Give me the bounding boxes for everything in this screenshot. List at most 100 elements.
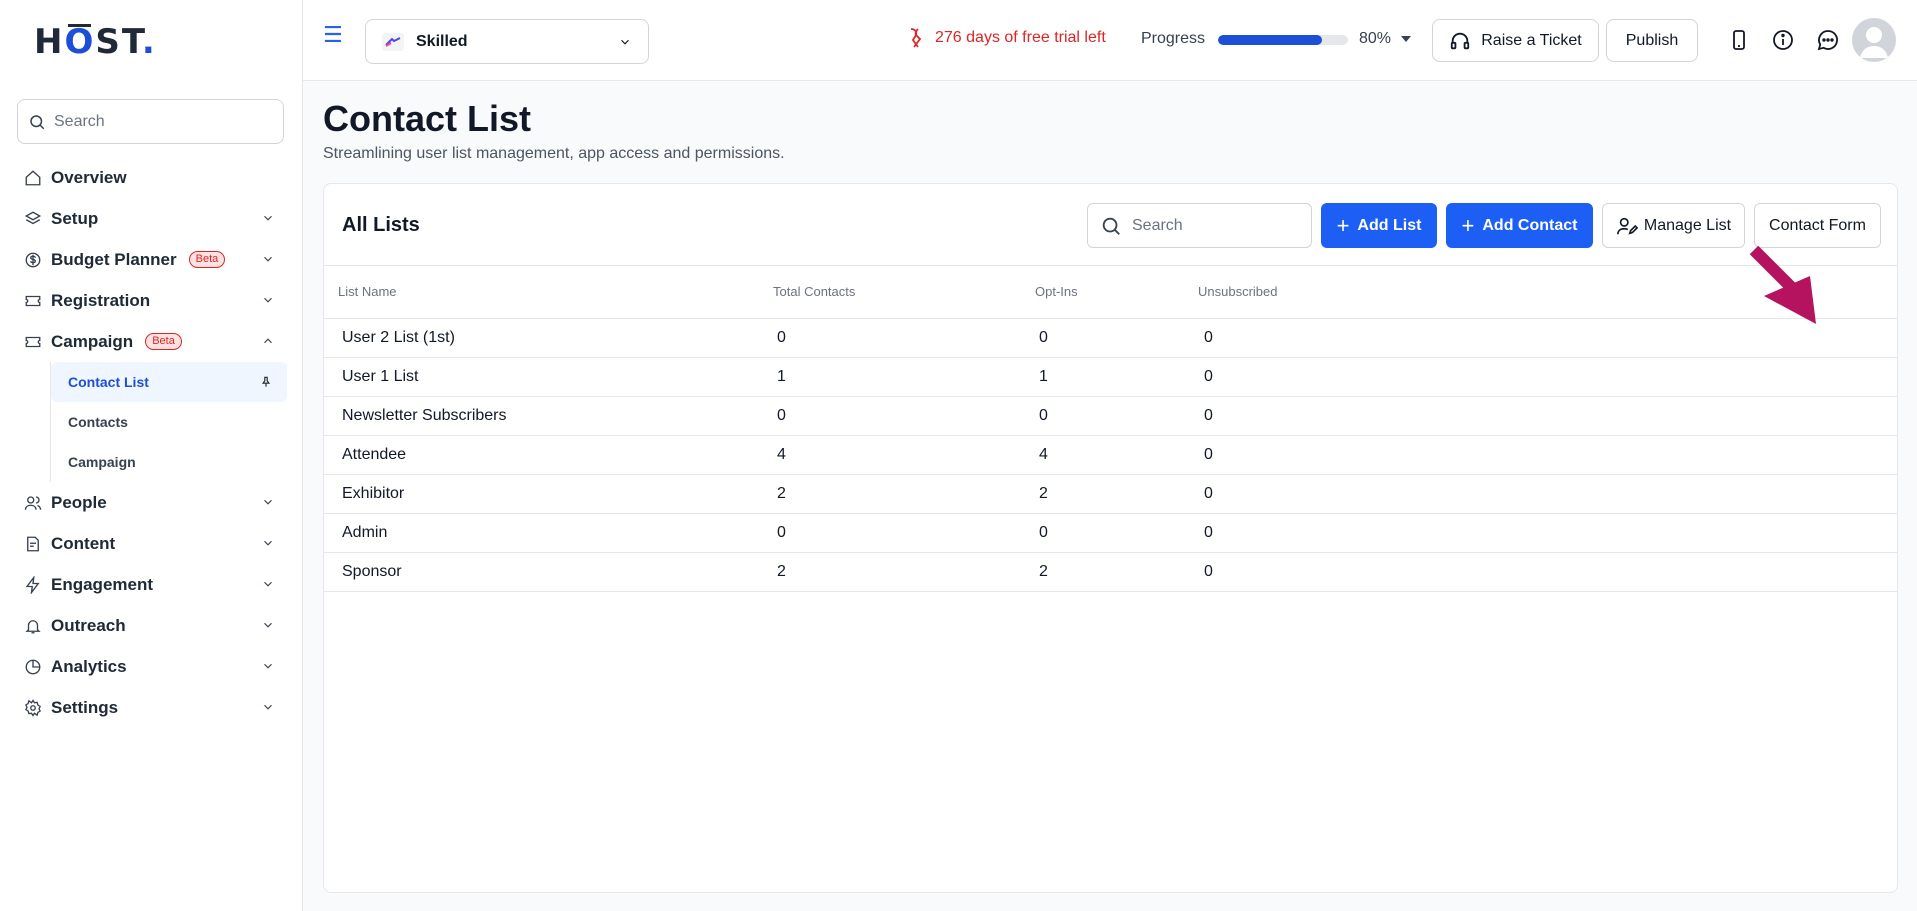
pie-chart-icon [24,658,42,676]
add-list-button[interactable]: + Add List [1321,203,1437,248]
chevron-down-icon [264,622,272,628]
table-row[interactable]: User 2 List (1st) 0 0 0 [324,318,1897,358]
contact-form-button[interactable]: Contact Form [1754,203,1881,248]
publish-label: Publish [1625,31,1679,49]
opt-ins-cell: 2 [1035,552,1198,592]
users-icon [24,494,42,512]
list-name-cell: Exhibitor [324,474,773,514]
sidebar-nav: Overview Setup Budget Planner Beta Regis… [0,157,303,728]
total-contacts-cell: 2 [773,474,1035,514]
chat-icon[interactable] [1816,28,1840,52]
actions-cell [1698,357,1897,397]
sidebar-item-label: Settings [51,697,119,717]
sidebar-item-engagement[interactable]: Engagement [0,564,303,605]
table-row[interactable]: Exhibitor 2 2 0 [324,474,1897,514]
search-icon [1102,217,1120,235]
submenu-item-contacts[interactable]: Contacts [51,402,287,442]
chevron-down-icon [621,39,629,45]
progress-label: Progress [1141,30,1206,47]
sidebar-item-analytics[interactable]: Analytics [0,646,303,687]
actions-cell [1698,396,1897,436]
sidebar-item-content[interactable]: Content [0,523,303,564]
column-header-list-name: List Name [324,266,773,319]
table-row[interactable]: Newsletter Subscribers 0 0 0 [324,396,1897,436]
progress-dropdown-caret-icon[interactable] [1401,36,1411,42]
unsubscribed-cell: 0 [1198,552,1698,592]
campaign-submenu: Contact List Contacts Campaign [50,362,287,482]
chevron-down-icon [264,256,272,262]
submenu-item-contact-list[interactable]: Contact List [51,362,287,402]
sidebar-item-settings[interactable]: Settings [0,687,303,728]
ticket-icon [24,333,42,351]
list-name-cell: User 2 List (1st) [324,318,773,358]
card-title: All Lists [342,214,420,236]
host-logo[interactable]: HOST. [34,22,157,62]
user-edit-icon [1616,217,1638,235]
sidebar: HOST. Overview Setup Budget Planner Beta… [0,0,303,911]
contact-lists-table: List Name Total Contacts Opt-Ins Unsubsc… [324,266,1897,592]
layers-icon [24,210,42,228]
sidebar-item-label: Registration [51,290,151,310]
unsubscribed-cell: 0 [1198,435,1698,475]
total-contacts-cell: 1 [773,357,1035,397]
sidebar-item-label: Outreach [51,615,126,635]
sidebar-search [17,99,284,144]
table-row[interactable]: Attendee 4 4 0 [324,435,1897,475]
trial-notice[interactable]: 276 days of free trial left [903,26,1106,50]
actions-cell [1698,513,1897,553]
publish-button[interactable]: Publish [1606,19,1698,62]
user-avatar[interactable] [1852,18,1896,62]
chevron-down-icon [264,540,272,546]
unsubscribed-cell: 0 [1198,396,1698,436]
user-avatar-icon [1860,27,1888,58]
bell-icon [24,617,42,635]
sidebar-item-people[interactable]: People [0,482,303,523]
total-contacts-cell: 0 [773,318,1035,358]
add-contact-button[interactable]: + Add Contact [1446,203,1593,248]
event-name: Skilled [416,32,468,50]
contact-lists-card: All Lists + Add List + Add Contact Manage … [323,183,1898,893]
dollar-icon [24,251,42,269]
trial-text: 276 days of free trial left [935,29,1106,46]
list-name-cell: Sponsor [324,552,773,592]
search-icon [30,114,45,129]
ticket-icon [24,292,42,310]
raise-ticket-button[interactable]: Raise a Ticket [1432,19,1599,62]
sidebar-item-overview[interactable]: Overview [0,157,303,198]
opt-ins-cell: 0 [1035,396,1198,436]
plus-icon: + [1336,212,1350,238]
table-row[interactable]: User 1 List 1 1 0 [324,357,1897,397]
sidebar-item-setup[interactable]: Setup [0,198,303,239]
event-selector[interactable]: Skilled [365,19,649,64]
sidebar-item-registration[interactable]: Registration [0,280,303,321]
sidebar-item-campaign[interactable]: Campaign Beta [0,321,303,362]
opt-ins-cell: 0 [1035,513,1198,553]
chevron-down-icon [264,704,272,710]
pin-icon[interactable] [259,375,273,389]
manage-list-button[interactable]: Manage List [1602,203,1745,248]
submenu-label: Contact List [68,374,149,390]
sidebar-item-outreach[interactable]: Outreach [0,605,303,646]
headset-icon [1451,32,1470,49]
mobile-icon[interactable] [1727,28,1751,52]
sidebar-item-label: Budget Planner [51,249,177,269]
list-search-input[interactable] [1132,216,1302,235]
table-header-row: List Name Total Contacts Opt-Ins Unsubsc… [324,266,1897,319]
info-icon[interactable] [1771,28,1795,52]
beta-badge: Beta [188,251,226,268]
list-name-cell: Attendee [324,435,773,475]
sidebar-item-label: Content [51,533,116,553]
menu-toggle-icon[interactable]: ☰ [323,22,343,48]
sidebar-search-input[interactable] [54,112,254,131]
gear-icon [24,698,42,717]
table-row[interactable]: Admin 0 0 0 [324,513,1897,553]
unsubscribed-cell: 0 [1198,357,1698,397]
page-subtitle: Streamlining user list management, app a… [323,145,785,162]
sidebar-item-label: People [51,492,107,512]
sidebar-item-label: Setup [51,208,99,228]
opt-ins-cell: 4 [1035,435,1198,475]
table-row[interactable]: Sponsor 2 2 0 [324,552,1897,592]
submenu-item-campaign[interactable]: Campaign [51,442,287,482]
chevron-up-icon [264,338,272,344]
sidebar-item-budget-planner[interactable]: Budget Planner Beta [0,239,303,280]
